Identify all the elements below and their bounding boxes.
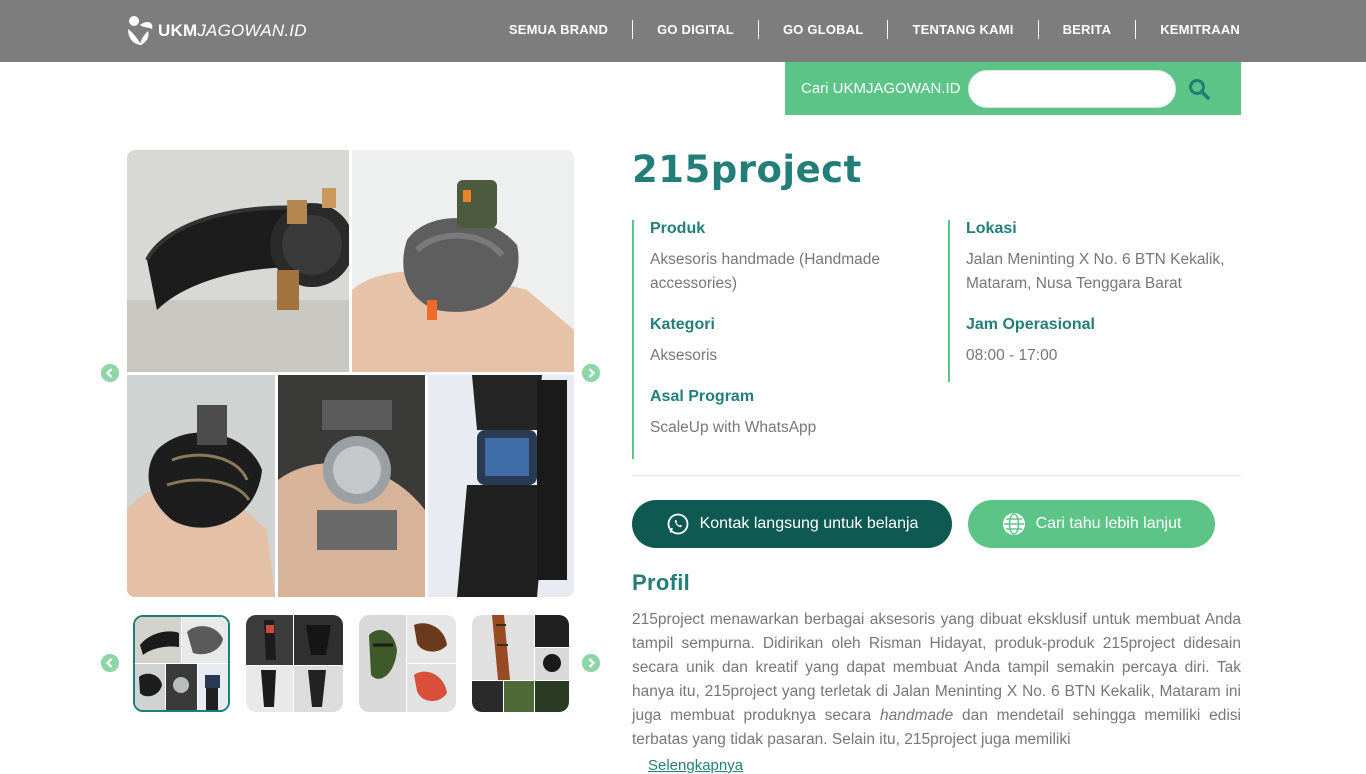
- nav-semua-brand[interactable]: SEMUA BRAND: [485, 22, 632, 37]
- profil-description: 215project menawarkan berbagai aksesoris…: [632, 611, 1241, 748]
- section-divider: [632, 475, 1241, 476]
- learn-more-button[interactable]: Cari tahu lebih lanjut: [968, 500, 1215, 548]
- search-label: Cari UKMJAGOWAN.ID: [801, 80, 961, 97]
- whatsapp-contact-button[interactable]: Kontak langsung untuk belanja: [632, 500, 952, 548]
- whatsapp-contact-label: Kontak langsung untuk belanja: [699, 515, 919, 532]
- kategori-value: Aksesoris: [650, 347, 718, 364]
- brand-name: 215project: [632, 148, 862, 191]
- info-lokasi: Lokasi Jalan Meninting X No. 6 BTN Kekal…: [966, 220, 1241, 296]
- asal-program-label: Asal Program: [650, 388, 755, 405]
- main-nav: SEMUA BRAND GO DIGITAL GO GLOBAL TENTANG…: [485, 20, 1240, 39]
- nav-go-digital[interactable]: GO DIGITAL: [633, 22, 758, 37]
- info-produk: Produk Aksesoris handmade (Handmade acce…: [650, 220, 932, 296]
- jam-operasional-label: Jam Operasional: [966, 316, 1095, 333]
- thumbs-prev-icon[interactable]: [101, 654, 119, 672]
- info-kategori: Kategori Aksesoris: [650, 316, 932, 368]
- gallery-prev-icon[interactable]: [101, 364, 119, 382]
- info-jam-operasional: Jam Operasional 08:00 - 17:00: [966, 316, 1241, 368]
- globe-icon: [1002, 513, 1025, 535]
- lokasi-value: Jalan Meninting X No. 6 BTN Kekalik, Mat…: [966, 251, 1225, 292]
- thumbnail-4[interactable]: [472, 615, 569, 712]
- profil-heading: Profil: [632, 570, 691, 595]
- thumbnail-2[interactable]: [246, 615, 343, 712]
- nav-berita[interactable]: BERITA: [1039, 22, 1136, 37]
- info-asal-program: Asal Program ScaleUp with WhatsApp: [650, 388, 932, 440]
- learn-more-label: Cari tahu lebih lanjut: [1035, 515, 1182, 532]
- search-bar: Cari UKMJAGOWAN.ID: [785, 62, 1241, 115]
- nav-kemitraan[interactable]: KEMITRAAN: [1136, 22, 1240, 37]
- read-more-link[interactable]: Selengkapnya: [648, 757, 743, 774]
- logo-text: UKMJAGOWAN.ID: [158, 21, 307, 40]
- gallery-next-icon[interactable]: [582, 364, 600, 382]
- info-column-left: Produk Aksesoris handmade (Handmade acce…: [632, 220, 932, 459]
- thumbnail-3[interactable]: [359, 615, 456, 712]
- thumbs-next-icon[interactable]: [582, 654, 600, 672]
- info-column-right: Lokasi Jalan Meninting X No. 6 BTN Kekal…: [948, 220, 1241, 382]
- whatsapp-icon: [667, 513, 688, 535]
- thumbnail-1[interactable]: [133, 615, 230, 712]
- site-logo[interactable]: UKMJAGOWAN.ID: [126, 14, 307, 48]
- search-input[interactable]: [968, 69, 1177, 108]
- nav-tentang-kami[interactable]: TENTANG KAMI: [888, 22, 1037, 37]
- jam-operasional-value: 08:00 - 17:00: [966, 347, 1058, 364]
- asal-program-value: ScaleUp with WhatsApp: [650, 419, 817, 436]
- produk-value: Aksesoris handmade (Handmade accessories…: [650, 251, 881, 292]
- top-navbar: UKMJAGOWAN.ID SEMUA BRAND GO DIGITAL GO …: [0, 0, 1366, 62]
- search-icon[interactable]: [1188, 78, 1211, 100]
- kategori-label: Kategori: [650, 316, 715, 333]
- nav-go-global[interactable]: GO GLOBAL: [759, 22, 888, 37]
- produk-label: Produk: [650, 220, 706, 237]
- logo-leaf-icon: [126, 15, 154, 47]
- product-main-image: [127, 150, 574, 597]
- lokasi-label: Lokasi: [966, 220, 1017, 237]
